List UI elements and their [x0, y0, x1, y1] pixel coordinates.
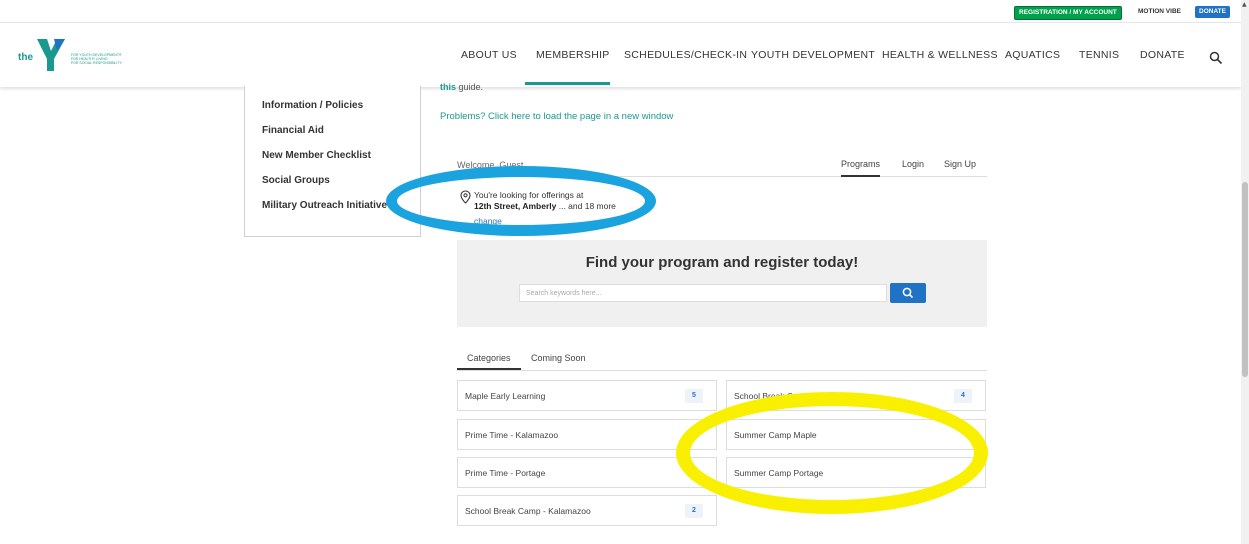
nav-tennis[interactable]: TENNIS [1079, 23, 1119, 87]
sidenav-item-financial-aid[interactable]: Financial Aid [262, 125, 324, 136]
blue-highlight-ring [386, 166, 656, 236]
nav-donate[interactable]: DONATE [1140, 23, 1185, 87]
nav-about-us[interactable]: ABOUT US [461, 23, 517, 87]
utility-bar: REGISTRATION / MY ACCOUNT MOTION VIBE DO… [0, 0, 1241, 22]
guide-text: this guide. [440, 82, 483, 92]
sidenav-item-information[interactable]: Information / Policies [262, 100, 363, 111]
registration-account-link[interactable]: REGISTRATION / MY ACCOUNT [1014, 6, 1122, 20]
tab-login[interactable]: Login [902, 159, 924, 169]
tab-categories[interactable]: Categories [457, 353, 521, 370]
category-card[interactable]: School Break Camp - Kalamazoo 2 [457, 495, 717, 526]
tab-sign-up[interactable]: Sign Up [944, 159, 976, 169]
category-tabs: Categories Coming Soon [457, 348, 987, 371]
nav-youth-development[interactable]: YOUTH DEVELOPMENT [751, 23, 875, 87]
yellow-highlight-ring [676, 392, 988, 514]
nav-schedules[interactable]: SCHEDULES/CHECK-IN [624, 23, 747, 87]
nav-health-wellness[interactable]: HEALTH & WELLNESS [882, 23, 998, 87]
tab-coming-soon[interactable]: Coming Soon [531, 353, 586, 363]
search-icon[interactable] [1209, 51, 1223, 65]
category-label: Maple Early Learning [465, 391, 546, 401]
category-count-badge: 2 [685, 504, 703, 518]
keyword-search-button[interactable] [890, 283, 926, 303]
problems-link[interactable]: Problems? Click here to load the page in… [440, 111, 673, 122]
ymca-logo[interactable]: the FOR YOUTH DEVELOPMENT® FOR HEALTHY L… [15, 37, 155, 73]
category-label: Prime Time - Kalamazoo [465, 430, 559, 440]
motion-vibe-link[interactable]: MOTION VIBE [1134, 6, 1185, 18]
search-icon [902, 287, 914, 299]
category-count-badge: 4 [954, 389, 972, 403]
sidenav-item-military[interactable]: Military Outreach Initiative [262, 200, 387, 211]
nav-aquatics[interactable]: AQUATICS [1005, 23, 1060, 87]
keyword-search-input[interactable]: Search keywords here... [519, 284, 887, 302]
category-label: Prime Time - Portage [465, 468, 546, 478]
donate-top-button[interactable]: DONATE [1195, 6, 1230, 18]
tab-programs[interactable]: Programs [841, 159, 881, 177]
nav-active-indicator [525, 82, 610, 85]
find-program-title: Find your program and register today! [585, 254, 859, 271]
guide-link[interactable]: this [440, 82, 456, 92]
find-program-panel: Find your program and register today! Se… [457, 240, 987, 327]
membership-sidenav: Information / Policies Financial Aid New… [244, 86, 421, 237]
sidenav-item-social-groups[interactable]: Social Groups [262, 175, 330, 186]
main-header: the FOR YOUTH DEVELOPMENT® FOR HEALTHY L… [0, 22, 1241, 87]
nav-membership[interactable]: MEMBERSHIP [536, 23, 610, 87]
logo-tagline-3: FOR SOCIAL RESPONSIBILITY [71, 61, 122, 65]
y-logo-icon [37, 39, 65, 71]
category-card[interactable]: Maple Early Learning 5 [457, 380, 717, 411]
category-count-badge: 5 [685, 389, 703, 403]
sidenav-item-new-member[interactable]: New Member Checklist [262, 150, 371, 161]
guide-text-tail: guide. [456, 82, 484, 92]
logo-the-text: the [18, 52, 33, 63]
scrollbar-thumb[interactable] [1242, 182, 1248, 377]
scroll-up-arrow-icon[interactable]: ▲ [1242, 1, 1247, 8]
category-label: School Break Camp - Kalamazoo [465, 506, 591, 516]
